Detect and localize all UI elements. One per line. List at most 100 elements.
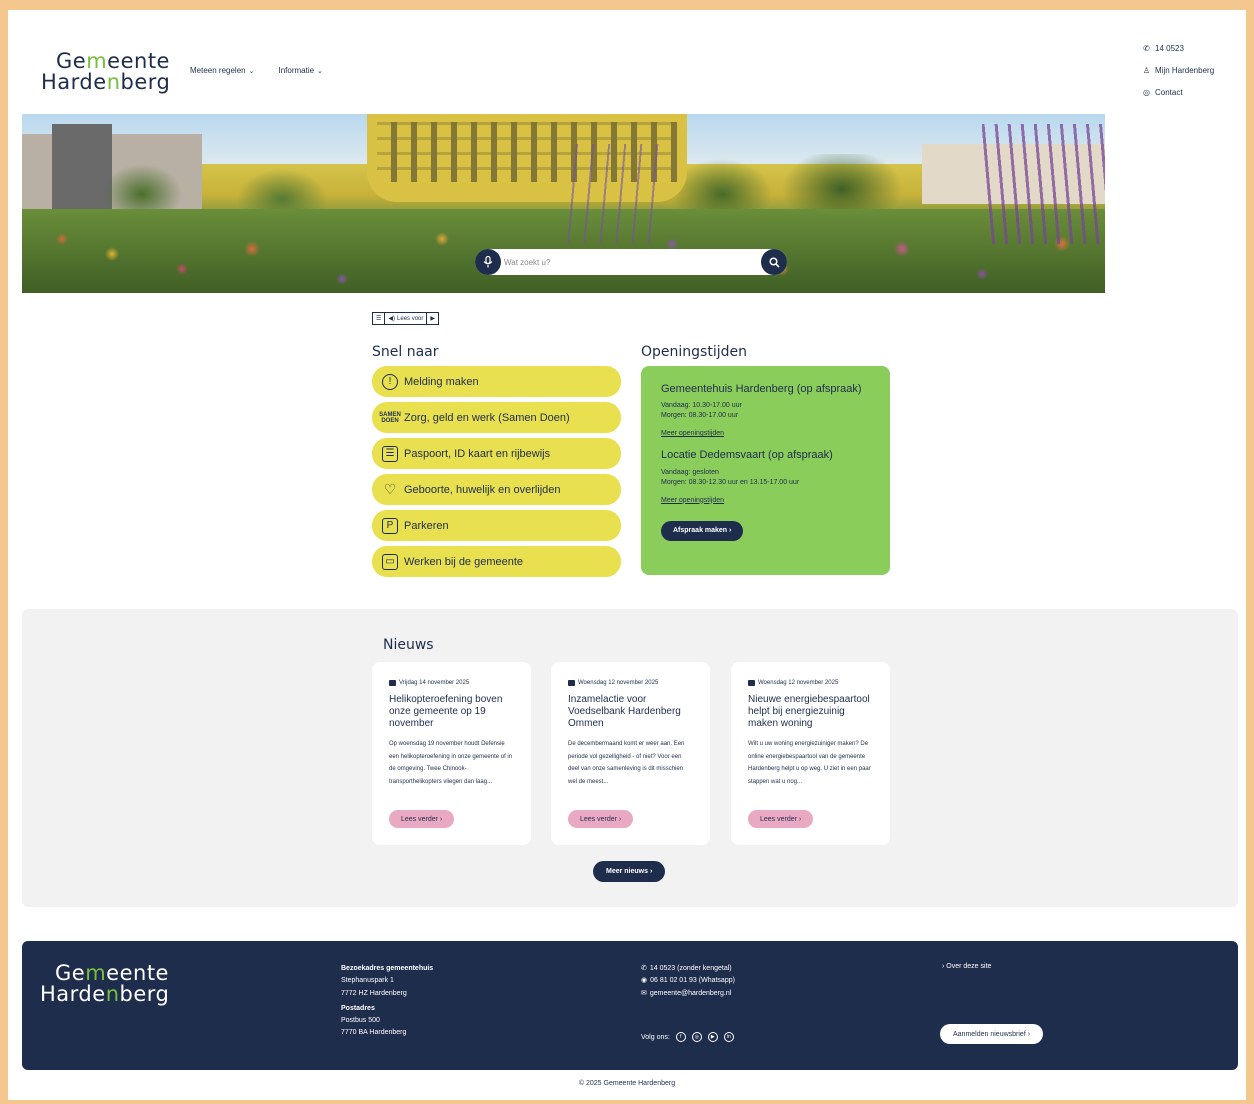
quick-link-paspoort[interactable]: ☰ Paspoort, ID kaart en rijbewijs — [372, 438, 621, 469]
footer-phone-link[interactable]: ✆ 14 0523 (zonder kengetal) — [641, 963, 735, 975]
nav-label: Meteen regelen — [190, 66, 246, 75]
news-headline[interactable]: Helikopteroefening boven onze gemeente o… — [389, 694, 514, 730]
quick-link-label: Zorg, geld en werk (Samen Doen) — [404, 411, 570, 424]
logo-text: berg — [120, 70, 171, 94]
news-date: Woensdag 12 november 2025 — [748, 680, 873, 686]
chevron-down-icon: ⌄ — [248, 67, 255, 75]
more-news-button[interactable]: Meer nieuws › — [593, 861, 666, 882]
site-logo[interactable]: Gemeente Hardenberg — [41, 51, 170, 93]
quick-link-label: Werken bij de gemeente — [404, 555, 524, 568]
footer-address: Bezoekadres gemeentehuis Stephanuspark 1… — [341, 963, 433, 1040]
copyright: © 2025 Gemeente Hardenberg — [578, 1080, 676, 1087]
read-aloud-label: Lees voor — [397, 315, 424, 322]
hours-tomorrow: Morgen: 08.30-12.30 uur en 13.15-17.00 u… — [661, 478, 800, 486]
footer-email-link[interactable]: ✉ gemeente@hardenberg.nl — [641, 988, 735, 1000]
user-icon: ♙ — [1142, 66, 1151, 75]
news-date-text: Vrijdag 14 november 2025 — [399, 680, 470, 686]
calendar-icon — [389, 680, 396, 686]
utility-nav: ✆ 14 0523 ♙ Mijn Hardenberg ◎ Contact — [1142, 43, 1214, 109]
youtube-icon[interactable]: ▶ — [707, 1032, 718, 1042]
news-card[interactable]: Woensdag 12 november 2025 Nieuwe energie… — [731, 662, 890, 845]
footer-phone: 14 0523 (zonder kengetal) — [649, 965, 732, 972]
speaker-icon: ◀) — [388, 316, 396, 322]
mijn-hardenberg-link[interactable]: ♙ Mijn Hardenberg — [1142, 65, 1214, 76]
footer-whatsapp: 06 81 02 01 93 (Whatsapp) — [650, 977, 735, 985]
read-more-button[interactable]: Lees verder › — [389, 810, 455, 828]
phone-icon: ✆ — [641, 965, 647, 972]
quick-link-label: Geboorte, huwelijk en overlijden — [404, 483, 561, 496]
logo-accent: n — [106, 70, 121, 94]
nav-label: Informatie — [278, 66, 315, 75]
phone-link[interactable]: ✆ 14 0523 — [1142, 43, 1214, 54]
whatsapp-icon: ◉ — [641, 977, 648, 985]
newsletter-signup-button[interactable]: Aanmelden nieuwsbrief › — [940, 1024, 1044, 1044]
quick-link-werken[interactable]: ▭ Werken bij de gemeente — [372, 546, 621, 577]
search-button[interactable] — [761, 249, 787, 275]
logo-text: Harde — [40, 982, 106, 1006]
logo-text: berg — [119, 982, 170, 1006]
footer-whatsapp-link[interactable]: ◉ 06 81 02 01 93 (Whatsapp) — [641, 975, 735, 987]
linkedin-icon[interactable]: in — [723, 1032, 734, 1042]
news-headline[interactable]: Inzamelactie voor Voedselbank Hardenberg… — [568, 694, 693, 730]
quick-link-label: Parkeren — [404, 519, 449, 532]
phone-label: 14 0523 — [1155, 44, 1184, 53]
news-excerpt: Wilt u uw woning energiezuiniger maken? … — [748, 741, 871, 785]
search-input[interactable] — [501, 252, 761, 272]
news-card[interactable]: Woensdag 12 november 2025 Inzamelactie v… — [551, 662, 710, 845]
microphone-icon[interactable] — [475, 249, 501, 275]
news-date: Woensdag 12 november 2025 — [568, 680, 693, 686]
footer: Gemeente Hardenberg Bezoekadres gemeente… — [22, 941, 1238, 1070]
id-card-icon: ☰ — [382, 445, 398, 462]
read-aloud-button[interactable]: ◀) Lees voor — [385, 313, 428, 324]
read-more-button[interactable]: Lees verder › — [748, 810, 814, 828]
quick-link-geboorte[interactable]: ♡ Geboorte, huwelijk en overlijden — [372, 474, 621, 505]
page: Gemeente Hardenberg Meteen regelen ⌄ Inf… — [8, 10, 1246, 1100]
quick-link-label: Melding maken — [404, 375, 479, 388]
hours-today: Vandaag: gesloten — [661, 468, 719, 476]
parking-icon: P — [382, 517, 398, 534]
phone-icon: ✆ — [1143, 44, 1150, 53]
chevron-down-icon: ⌄ — [317, 67, 323, 75]
quick-link-parkeren[interactable]: P Parkeren — [372, 510, 621, 541]
calendar-icon — [748, 680, 755, 686]
facebook-icon[interactable]: f — [675, 1032, 686, 1042]
visit-address-title: Bezoekadres gemeentehuis — [341, 965, 434, 972]
nav-informatie[interactable]: Informatie ⌄ — [278, 66, 322, 75]
search-icon — [768, 256, 780, 268]
visit-city: 7772 HZ Hardenberg — [341, 989, 407, 997]
quick-link-label: Paspoort, ID kaart en rijbewijs — [404, 447, 551, 460]
quick-link-melding[interactable]: ! Melding maken — [372, 366, 621, 397]
contact-link[interactable]: ◎ Contact — [1142, 87, 1214, 98]
hours-today: Vandaag: 10.30-17.00 uur — [661, 402, 742, 410]
news-excerpt: De decembermaand komt er weer aan. Een p… — [568, 741, 685, 785]
read-aloud-bar: ☰ ◀) Lees voor ▶ — [372, 312, 439, 325]
footer-logo[interactable]: Gemeente Hardenberg — [40, 963, 169, 1005]
hours-tomorrow: Morgen: 08.30-17.00 uur — [661, 412, 739, 420]
menu-icon[interactable]: ☰ — [373, 313, 386, 324]
news-date-text: Woensdag 12 november 2025 — [578, 680, 659, 686]
visit-street: Stephanuspark 1 — [341, 977, 394, 985]
quick-link-samen-doen[interactable]: SAMEN DOEN Zorg, geld en werk (Samen Doe… — [372, 402, 621, 433]
footer-email: gemeente@hardenberg.nl — [649, 989, 732, 997]
instagram-icon[interactable]: ◎ — [691, 1032, 702, 1042]
calendar-icon — [568, 680, 575, 686]
make-appointment-button[interactable]: Afspraak maken › — [661, 520, 744, 541]
contact-icon: ◎ — [1143, 88, 1150, 97]
heart-icon: ♡ — [383, 481, 397, 497]
opening-hours-card: Gemeentehuis Hardenberg (op afspraak) Va… — [641, 366, 890, 575]
logo-accent: n — [105, 982, 120, 1006]
news-date: Vrijdag 14 november 2025 — [389, 680, 514, 686]
samen-doen-icon: SAMEN DOEN — [379, 411, 401, 424]
news-title: Nieuws — [383, 637, 434, 653]
read-more-button[interactable]: Lees verder › — [568, 810, 634, 828]
more-opening-hours-link[interactable]: Meer openingstijden — [661, 497, 724, 504]
play-icon[interactable]: ▶ — [427, 313, 438, 324]
news-date-text: Woensdag 12 november 2025 — [758, 680, 839, 686]
nav-meteen-regelen[interactable]: Meteen regelen ⌄ — [190, 66, 254, 75]
news-headline[interactable]: Nieuwe energiebespaartool helpt bij ener… — [748, 694, 873, 730]
contact-label: Contact — [1155, 88, 1183, 97]
follow-label: Volg ons: — [641, 1033, 670, 1041]
news-card[interactable]: Vrijdag 14 november 2025 Helikopteroefen… — [372, 662, 531, 845]
about-site-link[interactable]: › Over deze site — [942, 963, 991, 970]
more-opening-hours-link[interactable]: Meer openingstijden — [661, 430, 724, 437]
